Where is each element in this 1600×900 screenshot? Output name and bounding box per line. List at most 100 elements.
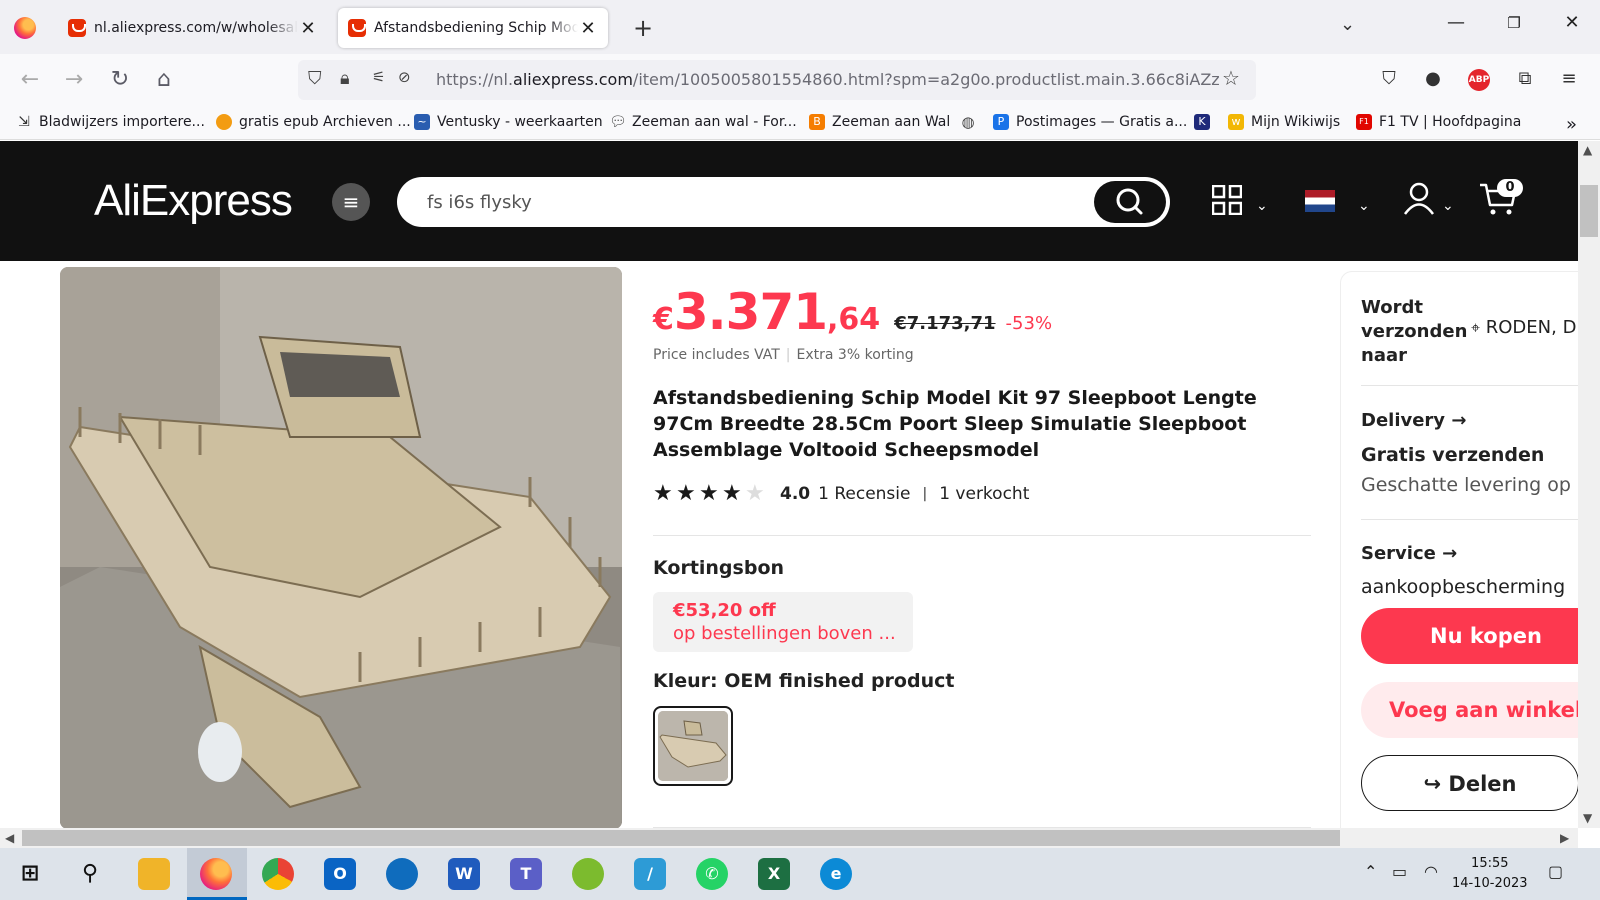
url-bar[interactable]: ⛉ 🔒︎ ⚟ ⊘ https://nl.aliexpress.com/item/… (298, 60, 1256, 100)
firefox-icon[interactable] (200, 858, 232, 890)
chrome-icon[interactable] (262, 858, 294, 890)
color-heading: Kleur: OEM finished product (653, 670, 955, 692)
buy-now-button[interactable]: Nu kopen (1361, 608, 1578, 664)
scrollbar-thumb[interactable] (22, 830, 1340, 846)
chevron-down-icon[interactable]: ⌄ (1256, 190, 1268, 222)
tab-title: Afstandsbediening Schip Model Kit 97 (374, 20, 578, 36)
file-explorer-icon[interactable] (138, 858, 170, 890)
reload-icon[interactable]: ↻ (106, 66, 134, 94)
bookmark-star-icon[interactable]: ☆ (1222, 66, 1240, 90)
coupon-card[interactable]: €53,20 off op bestellingen boven ... (653, 592, 913, 652)
teams-icon[interactable]: T (510, 858, 542, 890)
tab-product[interactable]: Afstandsbediening Schip Model Kit 97 ✕ (338, 8, 608, 48)
whatsapp-icon[interactable]: ✆ (696, 858, 728, 890)
wifi-icon[interactable]: ◠ (1424, 862, 1438, 881)
tracking-shield-icon[interactable]: ⛉ (308, 68, 322, 89)
ship-location-text: RODEN, Dr (1485, 317, 1578, 338)
permissions-icon[interactable]: ⚟ (372, 68, 385, 86)
bookmark-item[interactable]: gratis epub Archieven ... (216, 114, 411, 130)
blocked-media-icon[interactable]: ⊘ (398, 68, 411, 86)
system-clock[interactable]: 15:55 14-10-2023 (1452, 854, 1528, 894)
horizontal-scrollbar[interactable]: ◀ ▶ (0, 828, 1578, 848)
bookmark-item[interactable]: ~ Ventusky - weerkaarten (414, 114, 603, 130)
bookmark-item[interactable]: F1 F1 TV | Hoofdpagina (1356, 114, 1521, 130)
home-icon[interactable]: ⌂ (150, 66, 178, 94)
scroll-left-icon[interactable]: ◀ (5, 831, 14, 845)
bookmark-item[interactable]: B Zeeman aan Wal (809, 114, 950, 130)
chevron-down-icon[interactable]: ⌄ (1340, 14, 1355, 35)
product-image[interactable] (60, 267, 622, 828)
bookmark-item[interactable]: ◍ (960, 114, 983, 130)
tab-search-results[interactable]: nl.aliexpress.com/w/wholesale-fs-i6s-fly… (58, 8, 328, 48)
bookmark-item[interactable]: P Postimages — Gratis a... (993, 114, 1187, 130)
bookmark-item[interactable]: K (1194, 114, 1217, 130)
purchase-panel: Wordt verzonden naar ⌖ RODEN, Dr Deliver… (1340, 271, 1578, 828)
onedrive-icon[interactable] (386, 858, 418, 890)
ship-location[interactable]: ⌖ RODEN, Dr (1471, 317, 1578, 338)
account-icon[interactable] (1402, 181, 1436, 222)
service-heading[interactable]: Service → (1361, 543, 1457, 564)
new-tab-icon[interactable]: + (630, 14, 656, 42)
chevron-down-icon[interactable]: ⌄ (1358, 190, 1370, 222)
firefox-icon[interactable] (14, 17, 36, 39)
minimize-icon[interactable]: — (1438, 12, 1474, 42)
outlook-icon[interactable]: O (324, 858, 356, 890)
menu-icon[interactable]: ≡ (1556, 66, 1582, 92)
scroll-right-icon[interactable]: ▶ (1560, 831, 1569, 845)
close-icon[interactable]: ✕ (578, 18, 598, 39)
color-swatch-selected[interactable] (653, 706, 733, 786)
windows-start-icon[interactable]: ⊞ (14, 858, 46, 890)
bookmark-item[interactable]: w Mijn Wikiwijs (1228, 114, 1340, 130)
restore-icon[interactable]: ❐ (1496, 14, 1532, 44)
search-icon[interactable]: ⚲ (74, 858, 106, 890)
bookmark-item[interactable]: 💬︎ Zeeman aan wal - For... (609, 114, 797, 130)
share-button[interactable]: ↪ Delen (1361, 755, 1578, 811)
forward-icon[interactable]: → (60, 66, 88, 94)
adblock-icon[interactable]: ABP (1468, 69, 1490, 91)
vat-note-row: Price includes VAT | Extra 3% korting (653, 347, 914, 363)
scroll-up-icon[interactable]: ▲ (1583, 143, 1592, 157)
profile-extension-icon[interactable]: ● (1420, 66, 1446, 92)
scroll-down-icon[interactable]: ▼ (1583, 811, 1592, 825)
reviews-link[interactable]: 1 Recensie (818, 484, 910, 504)
search-icon (1116, 188, 1143, 215)
android-icon[interactable] (572, 858, 604, 890)
extensions-icon[interactable]: ⧉ (1512, 66, 1538, 92)
share-icon: ↪ (1423, 772, 1442, 796)
notifications-icon[interactable]: ▢ (1548, 862, 1563, 881)
back-icon[interactable]: ← (16, 66, 44, 94)
excel-icon[interactable]: X (758, 858, 790, 890)
word-icon[interactable]: W (448, 858, 480, 890)
scrollbar-thumb[interactable] (1580, 185, 1598, 237)
aliexpress-favicon-icon (68, 19, 86, 37)
rating-stars[interactable]: ★ ★ ★ ★ ★ (653, 481, 768, 506)
price-decimals: ,64 (827, 302, 881, 337)
url-text[interactable]: https://nl.aliexpress.com/item/100500580… (436, 70, 1220, 89)
postimages-icon: P (993, 114, 1009, 130)
tray-chevron-icon[interactable]: ⌃ (1364, 862, 1377, 881)
search-input[interactable] (427, 189, 1067, 215)
divider (653, 535, 1311, 536)
bookmark-label: gratis epub Archieven ... (239, 114, 411, 130)
aliexpress-logo[interactable]: AliExpress (94, 176, 293, 226)
vertical-scrollbar[interactable]: ▲ ▼ (1578, 141, 1600, 828)
editor-icon[interactable]: / (634, 858, 666, 890)
battery-icon[interactable]: ▭ (1392, 862, 1407, 881)
more-bookmarks-icon[interactable]: » (1566, 114, 1577, 135)
divider (1361, 385, 1578, 386)
bookmark-item[interactable]: ⇲ Bladwijzers importere... (16, 114, 205, 130)
chevron-down-icon[interactable]: ⌄ (1442, 190, 1454, 222)
delivery-estimate: Geschatte levering op 31 (1361, 474, 1578, 496)
lock-icon[interactable]: 🔒︎ (340, 68, 350, 89)
pocket-icon[interactable]: ⛉ (1376, 66, 1402, 92)
add-to-cart-button[interactable]: Voeg aan winkelwa (1361, 682, 1578, 738)
edge-icon[interactable]: e (820, 858, 852, 890)
delivery-heading[interactable]: Delivery → (1361, 410, 1466, 431)
hamburger-menu-icon[interactable]: ≡ (332, 183, 370, 221)
close-icon[interactable]: ✕ (298, 18, 318, 39)
close-window-icon[interactable]: ✕ (1554, 12, 1590, 42)
netherlands-flag-icon[interactable] (1305, 190, 1335, 212)
search-button[interactable] (1094, 181, 1166, 223)
coupon-heading: Kortingsbon (653, 557, 785, 579)
qr-code-icon[interactable] (1211, 184, 1243, 222)
